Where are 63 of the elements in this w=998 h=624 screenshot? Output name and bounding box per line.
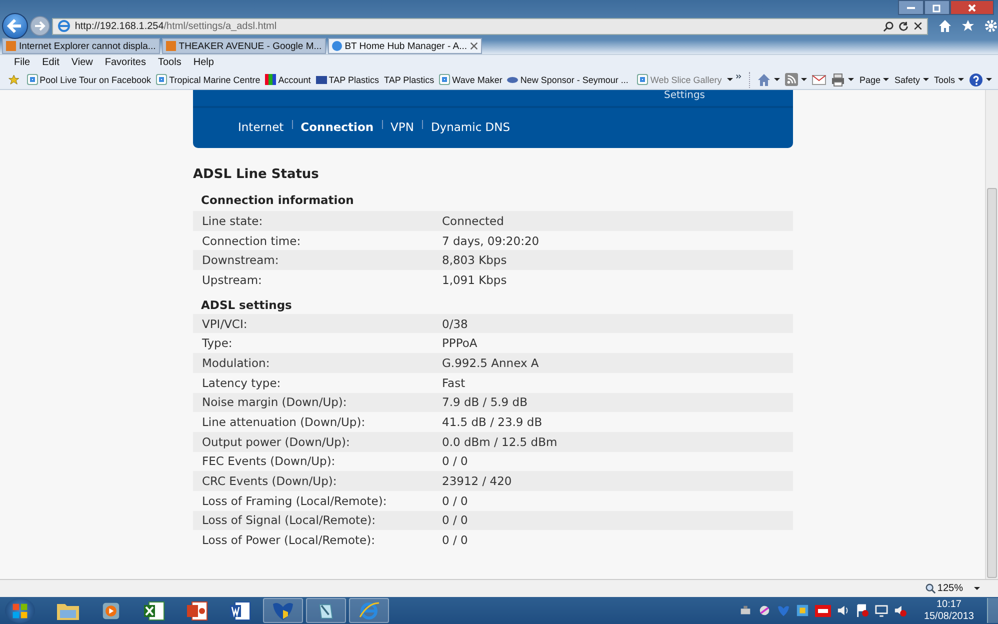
field-label: Line state:	[202, 214, 264, 228]
clock[interactable]: 10:17 15/08/2013	[924, 598, 974, 622]
field-label: Type:	[202, 336, 234, 350]
page-title: ADSL Line Status	[193, 167, 320, 184]
field-label: CRC Events (Down/Up):	[202, 474, 338, 488]
field-label: Loss of Framing (Local/Remote):	[202, 494, 388, 508]
field-label: Modulation:	[202, 356, 271, 370]
command-menu[interactable]: Tools	[934, 74, 964, 84]
field-value: 0 / 0	[442, 533, 468, 548]
settings-link[interactable]: Settings	[664, 90, 705, 102]
menu-item[interactable]: View	[65, 57, 99, 68]
field-label: FEC Events (Down/Up):	[202, 454, 336, 468]
field-value: 7 days, 09:20:20	[442, 234, 540, 248]
field-label: Downstream:	[202, 253, 280, 268]
menu-item[interactable]: Help	[187, 57, 220, 68]
section-title: Connection information	[200, 192, 355, 209]
field-value: 23912 / 420	[442, 474, 512, 488]
favorite-link[interactable]: Web Slice Gallery	[635, 74, 735, 85]
field-label: Line attenuation (Down/Up):	[202, 415, 366, 430]
field-value: 1,091 Kbps	[442, 272, 507, 287]
zoom-control[interactable]: 125%	[925, 583, 963, 594]
favorite-link[interactable]: Wave Maker	[437, 74, 504, 85]
field-value: 0.0 dBm / 12.5 dBm	[442, 434, 558, 449]
field-value: 0 / 0	[442, 494, 468, 508]
favorite-link[interactable]: TAP Plastics	[314, 74, 381, 84]
menu-item[interactable]: Tools	[152, 57, 188, 68]
field-value: Fast	[442, 376, 466, 390]
field-label: Connection time:	[202, 234, 302, 248]
field-value: 8,803 Kbps	[442, 253, 507, 268]
command-menu[interactable]: Page	[859, 74, 890, 84]
field-value: G.992.5 Annex A	[442, 356, 539, 370]
field-label: Loss of Signal (Local/Remote):	[202, 513, 376, 528]
field-value: 7.9 dB / 5.9 dB	[442, 395, 528, 410]
field-label: Noise margin (Down/Up):	[202, 395, 348, 410]
menu-item[interactable]: Favorites	[98, 57, 152, 68]
field-value: 0 / 0	[442, 454, 468, 468]
command-menu[interactable]: Safety	[894, 74, 929, 84]
favorite-link[interactable]: TAP Plastics	[382, 74, 436, 84]
section-title: ADSL settings	[200, 296, 293, 314]
browser-tab[interactable]: BT Home Hub Manager - A...	[328, 38, 482, 54]
favorite-link[interactable]: Pool Live Tour on Facebook	[24, 74, 154, 85]
favorite-link[interactable]: New Sponsor - Seymour ...	[505, 74, 630, 84]
field-value: 41.5 dB / 23.9 dB	[442, 415, 542, 430]
field-label: Output power (Down/Up):	[202, 434, 351, 449]
field-label: VPI/VCI:	[202, 316, 248, 331]
favorite-link[interactable]: Account	[263, 74, 313, 85]
field-value: Connected	[442, 214, 504, 228]
menu-item[interactable]: Edit	[36, 57, 66, 68]
browser-tab[interactable]: THEAKER AVENUE - Google M...	[162, 38, 326, 54]
field-label: Loss of Power (Local/Remote):	[202, 533, 376, 548]
subnav-link[interactable]: Connection	[292, 120, 382, 134]
field-label: Latency type:	[202, 376, 282, 390]
subnav-link[interactable]: Internet	[230, 120, 292, 134]
field-value: 0 / 0	[442, 513, 468, 528]
address-field[interactable]: http://192.168.1.254/html/settings/a_adsl.html	[52, 18, 928, 34]
menu-item[interactable]: File	[8, 57, 36, 68]
browser-tab[interactable]: Internet Explorer cannot displa...	[2, 38, 160, 54]
favorite-link[interactable]: Tropical Marine Centre	[154, 74, 262, 85]
field-value: 0/38	[442, 316, 468, 331]
field-label: Upstream:	[202, 272, 263, 287]
field-value: PPPoA	[442, 336, 478, 350]
subnav-link[interactable]: VPN	[382, 120, 422, 134]
subnav-link[interactable]: Dynamic DNS	[422, 120, 518, 134]
